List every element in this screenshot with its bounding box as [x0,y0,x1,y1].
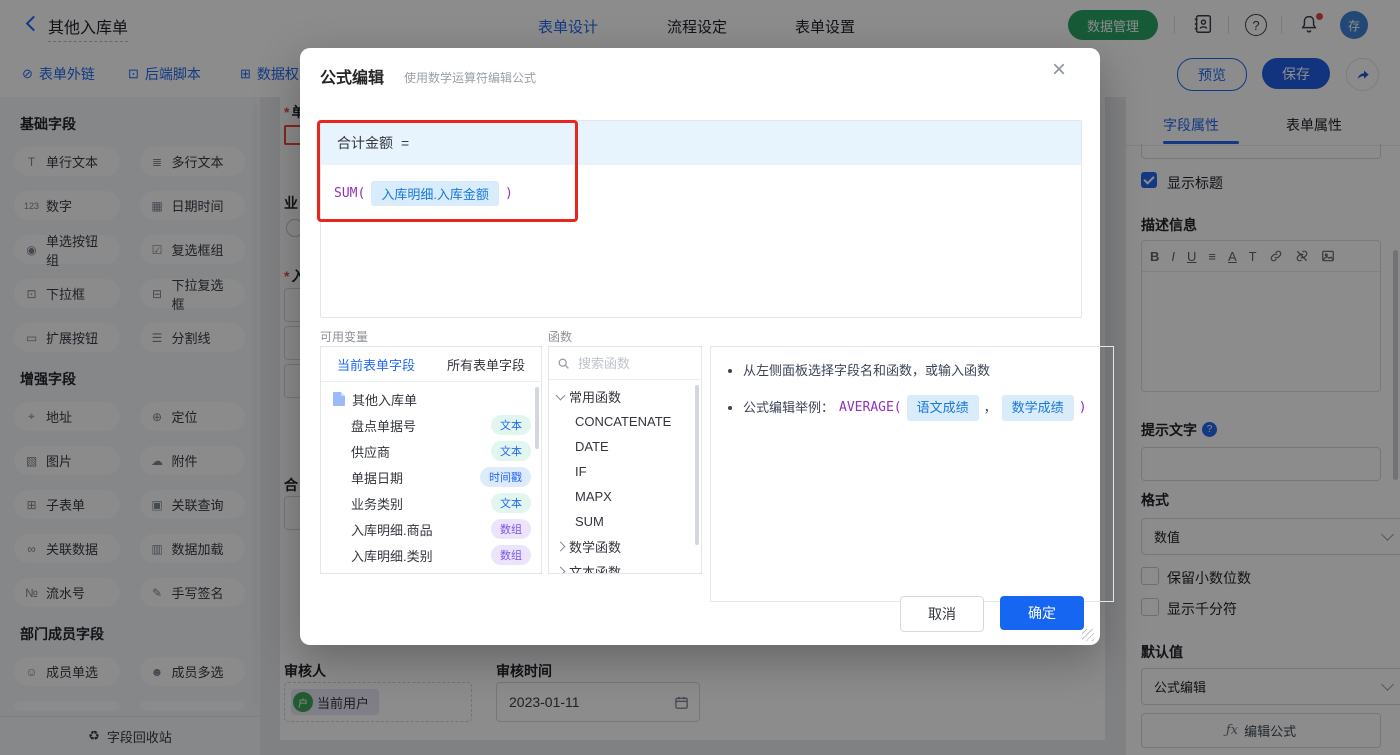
example-field-chip: 数学成绩 [1001,395,1074,421]
type-badge: 文本 [491,415,531,435]
document-icon [333,392,345,406]
function-item-label: SUM [575,514,604,529]
variable-name: 供应商 [351,444,391,460]
variable-name: 入库明细.类别 [351,548,433,564]
formula-expression[interactable]: SUM( 入库明细.入库金额 ) [321,165,1081,206]
resize-grip[interactable] [1082,629,1094,641]
equals-sign: = [401,135,410,151]
function-item[interactable]: CONCATENATE [549,409,701,434]
function-search[interactable] [549,347,701,380]
comma: ， [983,400,997,415]
formula-tips-panel: 从左侧面板选择字段名和函数，或输入函数 公式编辑举例： AVERAGE( 语文成… [710,346,1114,602]
modal-subtitle: 使用数学运算符编辑公式 [404,71,537,85]
variable-name: 盘点单据号 [351,418,417,434]
function-item-label: IF [575,464,587,479]
close-icon[interactable]: × [1052,58,1066,82]
variable-row[interactable]: 单据日期 时间戳 [321,464,541,490]
tab-current-form-fields[interactable]: 当前表单字段 [321,347,431,381]
cancel-button[interactable]: 取消 [900,596,984,632]
function-item[interactable]: DATE [549,434,701,459]
function-group-math[interactable]: 数学函数 [549,534,701,559]
functions-scrollbar[interactable] [695,385,699,545]
formula-target-band: 合计金额 = [321,121,1081,165]
function-search-input[interactable] [576,354,680,372]
formula-edit-modal: 公式编辑 使用数学运算符编辑公式 × 合计金额 = SUM( 入库明细.入库金额… [300,48,1114,645]
variable-row[interactable]: 入库明细.类别 数组 [321,542,541,568]
function-item-label: DATE [575,439,609,454]
variable-row[interactable]: 盘点单据号 文本 [321,412,541,438]
variable-name: 业务类别 [351,496,404,512]
variables-scrollbar[interactable] [535,387,539,449]
example-field-chip: 语文成绩 [906,395,979,421]
tree-root[interactable]: 其他入库单 [321,386,541,412]
type-badge: 数组 [491,519,531,539]
function-item[interactable]: MAPX [549,484,701,509]
chevron-down-icon [555,390,566,400]
function-group-label: 常用函数 [569,390,622,405]
tree-root-label: 其他入库单 [352,392,418,408]
function-item[interactable]: IF [549,459,701,484]
variable-row[interactable]: 供应商 文本 [321,438,541,464]
type-badge: 数组 [491,545,531,565]
function-item-label: MAPX [575,489,612,504]
function-group-label: 数学函数 [569,540,622,555]
field-reference-chip[interactable]: 入库明细.入库金额 [371,181,499,206]
functions-section-label: 函数 [548,330,573,344]
variable-row[interactable]: 入库明细.商品 数组 [321,516,541,542]
tab-all-form-fields[interactable]: 所有表单字段 [431,347,541,381]
tip-line-1: 从左侧面板选择字段名和函数，或输入函数 [743,361,1097,381]
tip-example-prefix: 公式编辑举例： [743,400,835,415]
chevron-right-icon [555,566,566,573]
confirm-button[interactable]: 确定 [1000,596,1084,630]
modal-title: 公式编辑 [320,70,385,87]
function-group-common[interactable]: 常用函数 [549,384,701,409]
closing-paren: ) [504,186,513,201]
function-group-text[interactable]: 文本函数 [549,559,701,574]
search-icon [557,357,570,370]
formula-editor[interactable]: 合计金额 = SUM( 入库明细.入库金额 ) [320,120,1082,318]
variables-section-label: 可用变量 [320,330,369,344]
chevron-right-icon [555,541,566,552]
function-item[interactable]: SUM [549,509,701,534]
variable-name: 单据日期 [351,470,404,486]
type-badge: 文本 [491,441,531,461]
function-group-label: 文本函数 [569,565,622,574]
variable-name: 入库明细.商品 [351,522,433,538]
variables-panel: 当前表单字段 所有表单字段 其他入库单 盘点单据号 文本 供应商 文本 单据日期 时间… [320,346,542,574]
type-badge: 时间戳 [480,467,531,487]
formula-target-field: 合计金额 [337,135,393,151]
function-item-label: CONCATENATE [575,414,672,429]
function-name: SUM( [334,186,366,201]
tip-line-2: 公式编辑举例： AVERAGE( 语文成绩 ， 数学成绩 ) [743,395,1097,421]
example-closing-paren: ) [1078,400,1087,415]
type-badge: 文本 [491,493,531,513]
variables-tabs: 当前表单字段 所有表单字段 [321,347,541,382]
example-function-name: AVERAGE( [839,400,902,415]
variable-row[interactable]: 业务类别 文本 [321,490,541,516]
functions-panel: 常用函数 CONCATENATE DATE IF MAPX SUM 数学函数 文… [548,346,702,574]
